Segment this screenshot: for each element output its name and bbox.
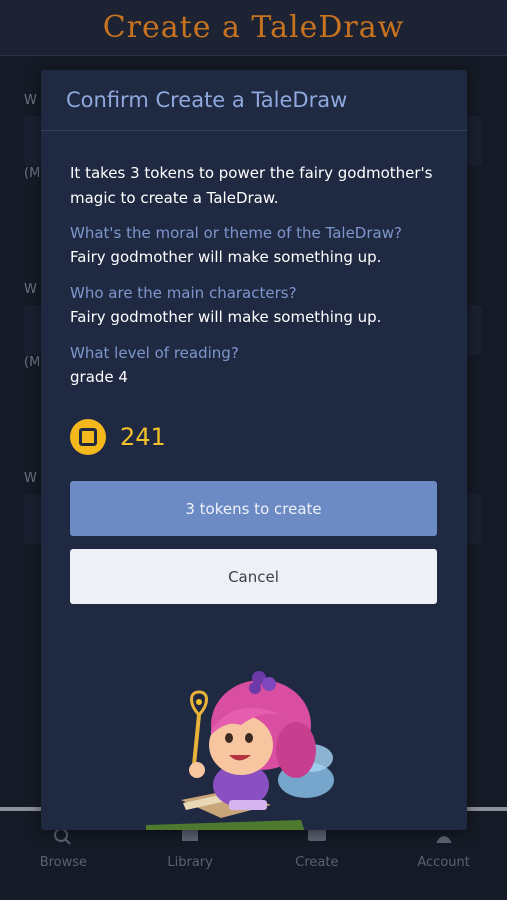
form-label: W <box>24 282 37 297</box>
token-count: 241 <box>120 423 166 451</box>
answer-characters: Fairy godmother will make something up. <box>70 308 382 326</box>
question-characters: Who are the main characters? <box>70 284 297 302</box>
fairy-godmother-illustration <box>146 671 334 830</box>
dialog-title: Confirm Create a TaleDraw <box>66 88 348 112</box>
form-hint: (M <box>24 166 41 181</box>
dialog-intro: It takes 3 tokens to power the fairy god… <box>70 164 433 207</box>
nav-create-label: Create <box>295 855 339 870</box>
question-reading-level: What level of reading? <box>70 344 239 362</box>
search-icon <box>54 829 72 845</box>
cancel-button[interactable]: Cancel <box>70 549 437 604</box>
form-label: W <box>24 93 37 108</box>
dialog-header: Confirm Create a TaleDraw <box>41 70 467 131</box>
nav-account-label: Account <box>417 855 470 870</box>
user-icon <box>435 836 452 843</box>
nav-library-label: Library <box>167 855 213 870</box>
dialog-body: It takes 3 tokens to power the fairy god… <box>41 131 467 604</box>
create-icon <box>307 829 326 841</box>
form-label: W <box>24 471 37 486</box>
answer-reading-level: grade 4 <box>70 368 128 386</box>
page-title: Create a TaleDraw <box>102 10 405 45</box>
confirm-dialog: Confirm Create a TaleDraw It takes 3 tok… <box>41 70 467 830</box>
book-icon <box>182 829 199 841</box>
nav-browse-label: Browse <box>39 855 88 870</box>
token-balance: 241 <box>70 419 438 455</box>
question-moral: What's the moral or theme of the TaleDra… <box>70 224 402 242</box>
app-header: Create a TaleDraw <box>0 0 507 56</box>
form-hint: (M <box>24 355 41 370</box>
create-button[interactable]: 3 tokens to create <box>70 481 437 536</box>
answer-moral: Fairy godmother will make something up. <box>70 248 382 266</box>
token-coin-icon <box>70 419 106 455</box>
